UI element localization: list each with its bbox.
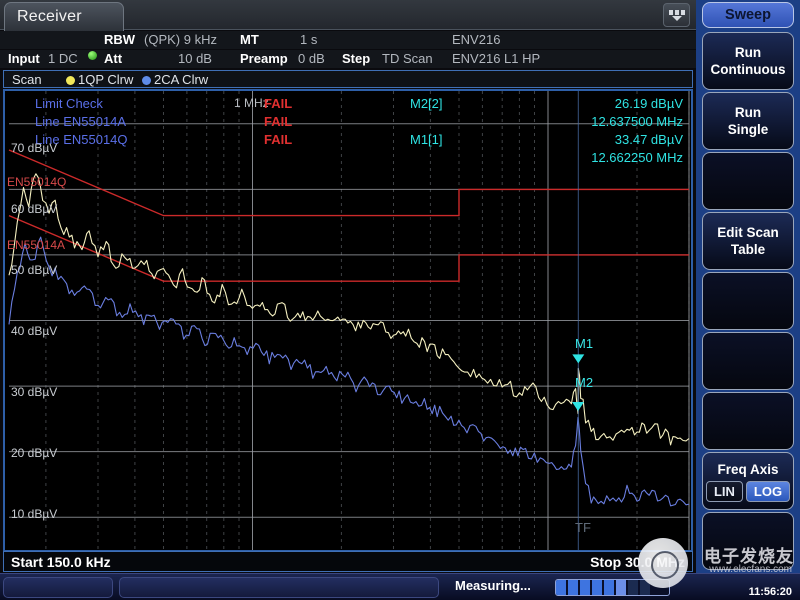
spectrum-graph[interactable]: Limit Check Line EN55014A Line EN55014Q …: [3, 89, 693, 552]
softkey-freq-axis-label: Freq Axis: [717, 461, 778, 478]
softkey-run-single[interactable]: Run Single: [702, 92, 794, 150]
rbw-value[interactable]: (QPK) 9 kHz: [144, 32, 217, 47]
chart-canvas: [5, 91, 691, 550]
transducer-top-value[interactable]: ENV216: [452, 32, 500, 47]
dots-glyph: [669, 10, 685, 15]
softkey-edit-scan-table-line2: Table: [731, 241, 765, 258]
freq-axis-toggle: LIN LOG: [706, 481, 790, 502]
preamp-value[interactable]: 0 dB: [298, 51, 325, 66]
softkey-edit-scan-table[interactable]: Edit Scan Table: [702, 212, 794, 270]
softkey-title-label: Sweep: [725, 7, 771, 24]
step-value[interactable]: TD Scan: [382, 51, 433, 66]
softkey-run-continuous-line1: Run: [735, 44, 761, 61]
trace-2-label[interactable]: 2CA Clrw: [154, 72, 208, 87]
step-label: Step: [342, 51, 370, 66]
taskbar-button-1[interactable]: [3, 577, 113, 598]
status-measuring-label: Measuring...: [455, 578, 531, 593]
limit-check-row-0-label: Limit Check: [35, 96, 103, 111]
limit-check-row-1-label: Line EN55014A: [35, 114, 126, 129]
clock-label: 11:56:20: [749, 586, 792, 598]
limit-line-1: [9, 216, 689, 282]
preamp-label: Preamp: [240, 51, 288, 66]
softkey-freq-axis[interactable]: Freq Axis LIN LOG: [702, 452, 794, 510]
limit-line-0: [9, 150, 689, 216]
marker-m2-name[interactable]: M2[2]: [410, 96, 443, 111]
marker-m1-plot-label: M1: [575, 336, 593, 351]
y-tick-50: 50 dBµV: [11, 263, 57, 277]
scan-trace-legend: Scan 1QP Clrw 2CA Clrw: [3, 70, 693, 88]
limit-check-row-2-result: FAIL: [264, 132, 292, 147]
taskbar: Measuring... 11:56:20: [0, 573, 800, 600]
softkey-run-single-line2: Single: [728, 121, 769, 138]
caret-down-glyph: [672, 16, 682, 21]
marker-m1-freq: 12.662250 MHz: [591, 150, 683, 165]
receiver-app-window: Receiver RBW (QPK) 9 kHz MT 1 s ENV216 I…: [0, 0, 800, 600]
transducer-bottom-value[interactable]: ENV216 L1 HP: [452, 51, 540, 66]
mt-label: MT: [240, 32, 259, 47]
marker-m2-plot-label: M2: [575, 375, 593, 390]
softkey-empty-3[interactable]: [702, 152, 794, 210]
softkey-run-single-line1: Run: [735, 104, 761, 121]
softkey-panel: Sweep Run Continuous Run Single Edit Sca…: [696, 0, 800, 573]
rbw-label: RBW: [104, 32, 135, 47]
softkey-empty-9[interactable]: [702, 512, 794, 570]
softkey-edit-scan-table-line1: Edit Scan: [717, 224, 779, 241]
limit-line-avg-label: EN55014A: [7, 238, 65, 252]
transducer-factor-label: TF: [575, 520, 591, 535]
stop-frequency-label[interactable]: Stop 30.0 MHz: [590, 554, 685, 570]
marker-m1-name[interactable]: M1[1]: [410, 132, 443, 147]
att-label: Att: [104, 51, 122, 66]
window-title-bar: Receiver: [0, 0, 696, 30]
att-value[interactable]: 10 dB: [178, 51, 212, 66]
y-tick-40: 40 dBµV: [11, 324, 57, 338]
marker-m2-level: 26.19 dBµV: [615, 96, 683, 111]
header-line-2: Input 1 DC Att 10 dB Preamp 0 dB Step TD…: [0, 50, 696, 68]
softkey-empty-5[interactable]: [702, 272, 794, 330]
trace-1-color-dot-icon: [66, 76, 75, 85]
limit-check-row-1-result: FAIL: [264, 114, 292, 129]
header-line-1: RBW (QPK) 9 kHz MT 1 s ENV216: [0, 31, 696, 49]
tab-receiver-label: Receiver: [17, 8, 82, 25]
marker-m1-level: 33.47 dBµV: [615, 132, 683, 147]
y-tick-30: 30 dBµV: [11, 385, 57, 399]
softkey-run-continuous[interactable]: Run Continuous: [702, 32, 794, 90]
taskbar-button-2[interactable]: [119, 577, 439, 598]
start-frequency-label[interactable]: Start 150.0 kHz: [11, 554, 111, 570]
menu-dots-caret-icon[interactable]: [663, 3, 690, 27]
y-tick-20: 20 dBµV: [11, 446, 57, 460]
trace-2-color-dot-icon: [142, 76, 151, 85]
y-tick-60: 60 dBµV: [11, 202, 57, 216]
softkey-run-continuous-line2: Continuous: [711, 61, 786, 78]
marker-m2-freq: 12.637500 MHz: [591, 114, 683, 129]
freq-axis-option-log[interactable]: LOG: [746, 481, 790, 502]
frequency-range-bar: Start 150.0 kHz Stop 30.0 MHz: [3, 551, 693, 572]
trace-0: [9, 174, 689, 445]
y-tick-70: 70 dBµV: [11, 141, 57, 155]
softkey-empty-7[interactable]: [702, 392, 794, 450]
tab-receiver[interactable]: Receiver: [4, 2, 124, 31]
limit-check-row-0-result: FAIL: [264, 96, 292, 111]
marker-triangle-M1: [572, 354, 584, 363]
scan-legend-title: Scan: [12, 72, 42, 87]
mt-value[interactable]: 1 s: [300, 32, 317, 47]
input-value[interactable]: 1 DC: [48, 51, 78, 66]
softkey-empty-6[interactable]: [702, 332, 794, 390]
softkey-title-sweep[interactable]: Sweep: [702, 2, 794, 28]
input-label: Input: [8, 51, 40, 66]
trace-1-label[interactable]: 1QP Clrw: [78, 72, 133, 87]
input-status-indicator-icon: [88, 51, 97, 60]
measurement-progress-bar: [555, 579, 670, 596]
marker-triangle-M2: [572, 402, 584, 411]
freq-axis-option-lin[interactable]: LIN: [706, 481, 743, 502]
plot-area: Limit Check Line EN55014A Line EN55014Q …: [5, 91, 691, 550]
limit-line-qp-label: EN55014Q: [7, 175, 66, 189]
y-tick-10: 10 dBµV: [11, 507, 57, 521]
trace-1: [9, 237, 689, 506]
